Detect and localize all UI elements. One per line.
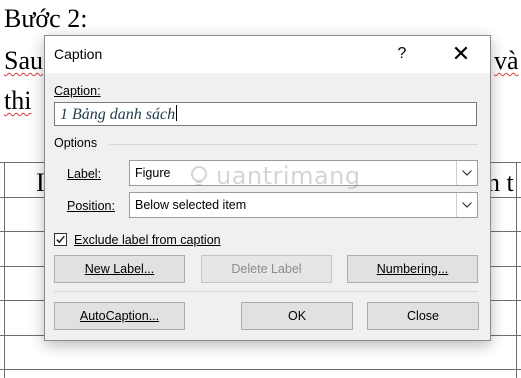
help-button[interactable]: ? xyxy=(387,40,417,68)
doc-line1-left: Sau xyxy=(4,46,43,75)
chevron-down-icon[interactable] xyxy=(456,161,477,185)
doc-row-right: n t xyxy=(487,168,514,197)
close-icon[interactable]: ✕ xyxy=(445,40,477,68)
caption-input-text: 1 Bảng danh sách xyxy=(60,106,176,123)
table-border-right xyxy=(516,163,517,378)
exclude-label-checkbox[interactable] xyxy=(54,233,67,246)
position-select-value: Below selected item xyxy=(135,198,247,212)
ok-button[interactable]: OK xyxy=(241,302,353,330)
caption-field-label: Caption: xyxy=(54,84,101,98)
options-group-label: Options xyxy=(54,136,98,150)
numbering-button[interactable]: Numbering... xyxy=(347,255,478,283)
doc-line2-left: thi xyxy=(4,86,32,115)
autocaption-button[interactable]: AutoCaption... xyxy=(54,302,185,330)
caption-input[interactable]: 1 Bảng danh sách xyxy=(54,102,477,126)
options-divider xyxy=(109,144,478,145)
dialog-title: Caption xyxy=(54,46,103,62)
new-label-button[interactable]: New Label... xyxy=(54,255,185,283)
checkmark-icon xyxy=(56,235,65,244)
exclude-label-text[interactable]: Exclude label from caption xyxy=(74,233,221,247)
label-field-label: Label: xyxy=(67,167,102,181)
buttons-divider xyxy=(54,291,478,292)
dialog-titlebar[interactable]: Caption ? ✕ xyxy=(45,36,490,73)
close-button[interactable]: Close xyxy=(367,302,479,330)
position-select[interactable]: Below selected item xyxy=(129,192,478,218)
text-cursor xyxy=(176,105,178,121)
table-border-left xyxy=(4,163,5,378)
table-line xyxy=(0,369,521,370)
caption-dialog: Caption ? ✕ Caption: 1 Bảng danh sách Op… xyxy=(44,35,491,341)
delete-label-button[interactable]: Delete Label xyxy=(201,255,332,283)
label-select[interactable]: Figure xyxy=(129,160,478,186)
chevron-down-icon[interactable] xyxy=(456,193,477,217)
doc-heading: Bước 2: xyxy=(4,4,88,33)
doc-line1-right: và xyxy=(494,46,519,75)
position-field-label: Position: xyxy=(67,199,115,213)
label-select-value: Figure xyxy=(135,166,171,180)
